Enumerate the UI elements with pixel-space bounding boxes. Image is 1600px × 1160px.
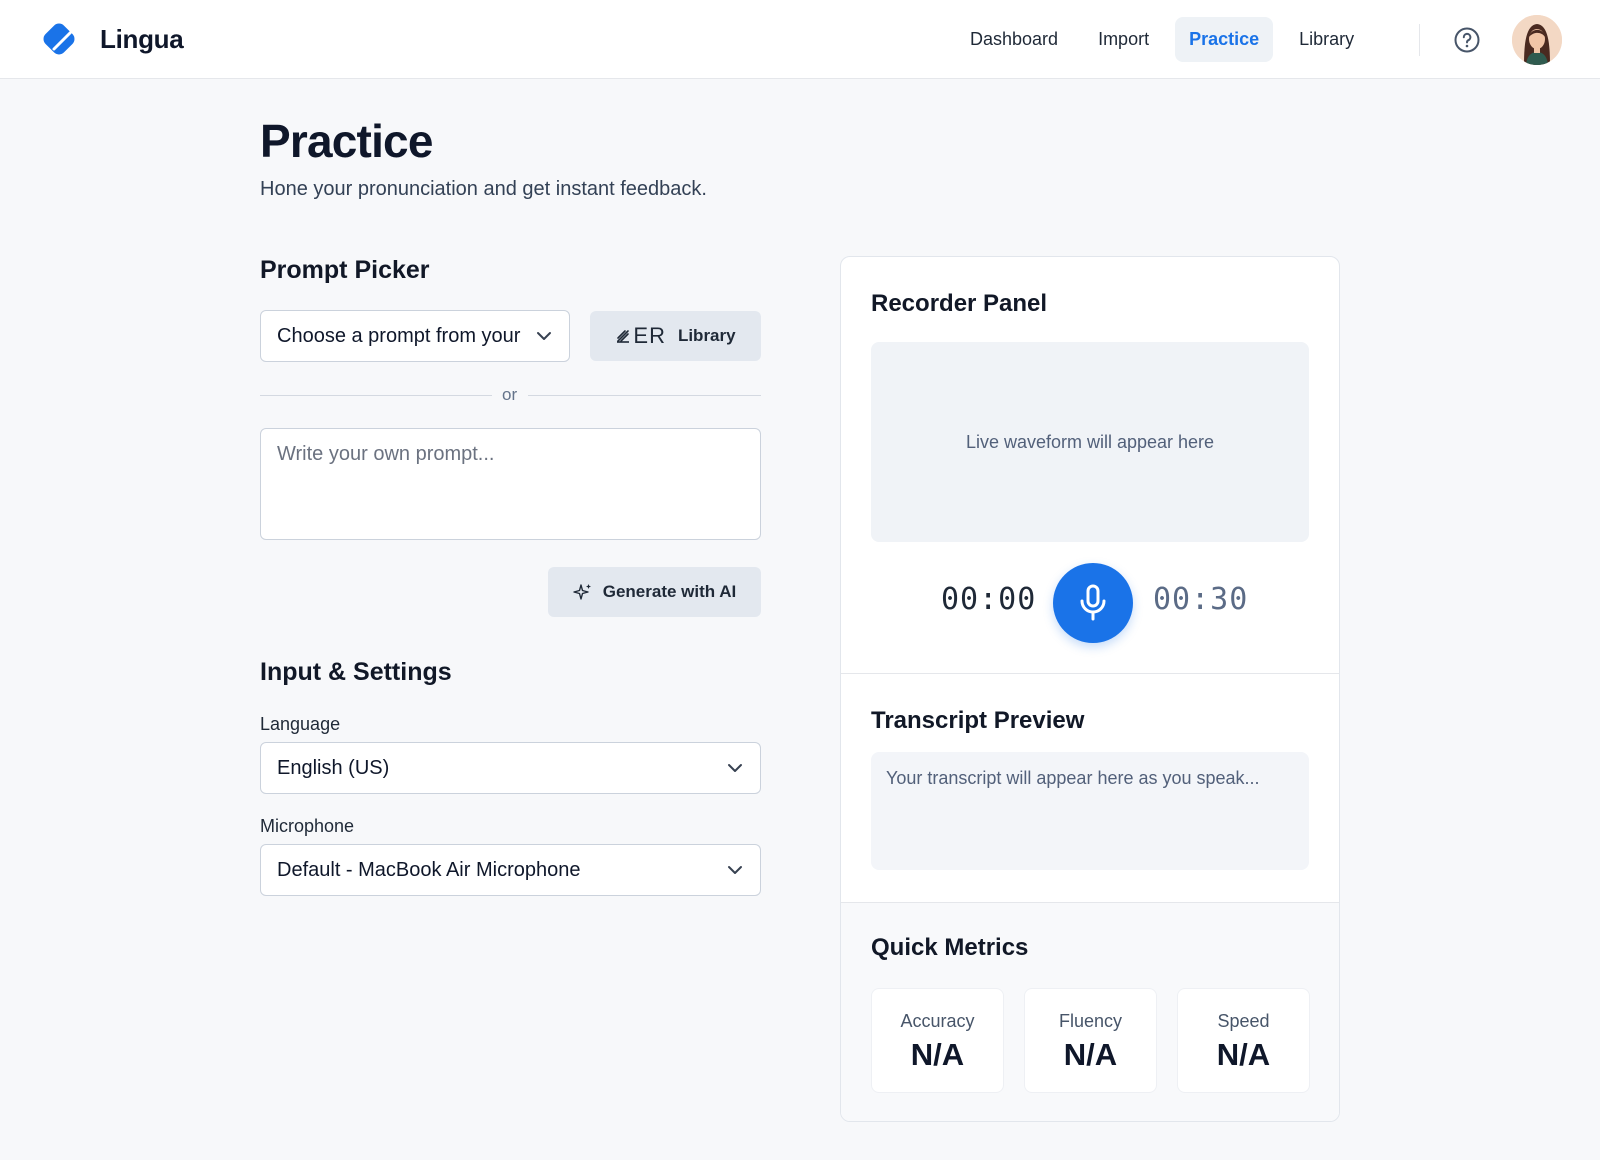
chevron-down-icon bbox=[728, 866, 742, 874]
custom-prompt-input[interactable] bbox=[260, 428, 761, 540]
app-logo-icon bbox=[43, 23, 75, 55]
or-separator: or bbox=[502, 385, 518, 404]
metric-value: N/A bbox=[910, 1037, 965, 1072]
page-title: Practice bbox=[260, 115, 433, 167]
metric-label: Accuracy bbox=[900, 1011, 975, 1031]
nav-import[interactable]: Import bbox=[1084, 17, 1163, 62]
prompt-select-value: Choose a prompt from your library bbox=[277, 324, 521, 347]
library-button-label: Library bbox=[677, 326, 736, 345]
metric-value: N/A bbox=[1063, 1037, 1118, 1072]
waveform-placeholder: Live waveform will appear here bbox=[965, 431, 1215, 452]
microphone-select[interactable]: Default - MacBook Air Microphone bbox=[260, 844, 761, 896]
chevron-down-icon bbox=[537, 332, 551, 340]
transcript-title: Transcript Preview bbox=[871, 707, 1085, 734]
library-icon-text: ER bbox=[633, 323, 666, 348]
language-select[interactable]: English (US) bbox=[260, 742, 761, 794]
metric-label: Fluency bbox=[1058, 1011, 1123, 1031]
waveform-area: Live waveform will appear here bbox=[871, 342, 1309, 542]
limit-timer: 00:30 bbox=[1153, 582, 1249, 617]
language-select-value: English (US) bbox=[277, 756, 390, 779]
transcript-placeholder: Your transcript will appear here as you … bbox=[886, 768, 1260, 788]
microphone-icon bbox=[1080, 584, 1106, 621]
metric-value: N/A bbox=[1216, 1037, 1271, 1072]
user-avatar[interactable] bbox=[1512, 15, 1562, 65]
prompt-picker-title: Prompt Picker bbox=[260, 256, 430, 284]
divider-right bbox=[528, 395, 761, 396]
prompt-select[interactable]: Choose a prompt from your library bbox=[260, 310, 570, 362]
metric-card-accuracy: Accuracy N/A bbox=[871, 988, 1004, 1093]
library-button[interactable]: ER Library bbox=[590, 311, 761, 361]
microphone-select-value: Default - MacBook Air Microphone bbox=[277, 858, 581, 881]
main-nav: Dashboard Import Practice Library bbox=[970, 17, 1380, 62]
transcript-box: Your transcript will appear here as you … bbox=[871, 752, 1309, 870]
brand[interactable]: Lingua bbox=[40, 20, 184, 58]
pencil-icon bbox=[617, 330, 630, 343]
nav-dashboard[interactable]: Dashboard bbox=[956, 17, 1072, 62]
metric-card-speed: Speed N/A bbox=[1177, 988, 1310, 1093]
recorder-panel-title: Recorder Panel bbox=[871, 290, 1048, 317]
divider-left bbox=[260, 395, 492, 396]
chevron-down-icon bbox=[728, 764, 742, 772]
record-button[interactable] bbox=[1053, 563, 1133, 643]
elapsed-timer: 00:00 bbox=[941, 582, 1037, 617]
generate-ai-label: Generate with AI bbox=[602, 582, 737, 601]
app-name: Lingua bbox=[100, 23, 184, 54]
avatar-icon bbox=[1512, 15, 1562, 65]
sparkle-icon bbox=[573, 584, 591, 600]
recorder-card: Recorder Panel Live waveform will appear… bbox=[840, 256, 1340, 1122]
generate-ai-button[interactable]: Generate with AI bbox=[548, 567, 761, 617]
top-navigation-bar: Lingua Dashboard Import Practice Library bbox=[0, 0, 1600, 79]
nav-divider bbox=[1419, 24, 1420, 56]
metric-card-fluency: Fluency N/A bbox=[1024, 988, 1157, 1093]
nav-practice[interactable]: Practice bbox=[1175, 17, 1274, 62]
metric-label: Speed bbox=[1217, 1011, 1270, 1031]
panel-divider bbox=[841, 673, 1339, 674]
microphone-label: Microphone bbox=[260, 816, 355, 836]
language-label: Language bbox=[260, 714, 341, 734]
help-icon[interactable] bbox=[1454, 27, 1480, 53]
settings-title: Input & Settings bbox=[260, 658, 452, 686]
nav-library[interactable]: Library bbox=[1285, 17, 1368, 62]
metrics-title: Quick Metrics bbox=[871, 934, 1029, 961]
page-subtitle: Hone your pronunciation and get instant … bbox=[260, 178, 707, 200]
